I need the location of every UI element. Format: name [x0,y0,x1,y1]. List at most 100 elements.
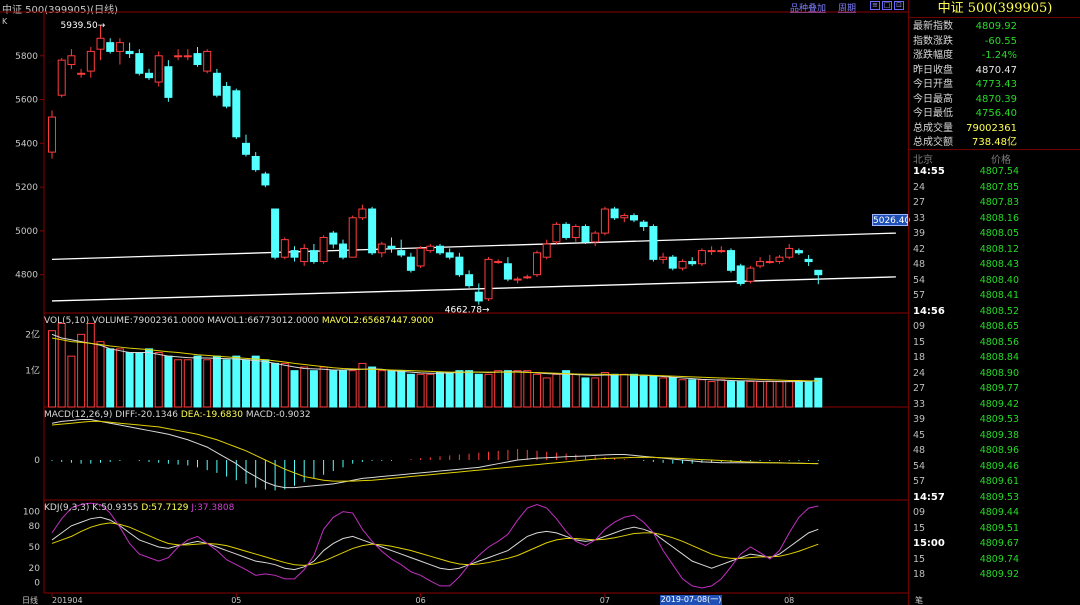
tick-row: 33 4808.16 [909,211,1080,227]
quote-value: 4756.40 [975,108,1017,119]
volume-bar [125,352,134,408]
volume-bar [222,359,231,408]
candle-body [212,72,221,96]
candle-body [445,252,454,258]
tick-price: 4809.51 [979,522,1019,534]
candle-body [552,223,561,243]
macd-panel-label: MACD(12,26,9) DIFF:-20.1346 DEA:-19.6830… [44,410,311,420]
candle-body [542,243,551,258]
unit-label: K [2,17,8,26]
volume-bar [630,373,638,408]
volume-bar [562,370,571,408]
tick-time: 57 [913,290,926,301]
price-tick-label: 5800 [15,52,38,62]
tick-price: 4809.46 [979,460,1019,472]
volume-bar [727,381,735,408]
volume-tick-label: 1亿 [25,365,40,377]
tick-price: 4808.12 [979,243,1019,255]
tick-price: 4809.92 [979,569,1019,580]
volume-bar [242,359,250,408]
chart-canvas[interactable]: 480050005200540056005800K 5939.50→4662.78… [0,0,908,605]
candle-body [678,261,687,269]
volume-bar [785,381,794,408]
tick-row: 14:56 4808.52 [909,304,1080,320]
volume-bar [232,355,241,408]
candle-body [358,208,367,219]
x-tick-label: 07 [600,596,610,605]
volume-bar [445,371,454,408]
candle-body [96,37,105,50]
volume-bar [77,333,86,408]
quote-label: 今日最高 [913,93,953,105]
price-tick-label: 4800 [15,271,38,281]
price-tick-label: 5000 [15,227,38,237]
tick-row: 15 4809.51 [909,521,1080,537]
candle-body [697,250,706,265]
candle-body [600,208,609,234]
volume-tick-label: 2亿 [25,328,40,340]
candle-body [513,278,522,281]
candle-body [523,276,532,279]
tick-time: 57 [913,476,926,487]
quote-label: 总成交量 [913,122,953,134]
candle-body [630,215,638,221]
candle-body [135,53,144,74]
quote-row: 昨日收盘 4870.47 [909,63,1080,78]
quote-label: 总成交额 [913,137,953,148]
tick-row: 15 4809.74 [909,552,1080,568]
volume-bar [106,348,115,408]
tick-row: 48 4808.96 [909,443,1080,459]
candle-body [494,261,503,264]
volume-bar [794,381,803,408]
quote-label: 今日最低 [913,108,953,119]
quote-row: 总成交量 79002361 [909,121,1080,136]
tick-price: 4809.53 [979,491,1019,503]
tick-time: 15 [913,522,926,534]
candle-body [203,50,212,72]
volume-bar [775,381,784,408]
kdj-panel-label: KDJ(9,3,3) K:50.9355 D:57.7129 J:37.3808 [44,503,234,513]
tick-row: 14:55 4807.54 [909,164,1080,180]
tick-price: 4808.40 [979,274,1019,286]
candle-body [164,66,173,98]
candle-body [717,250,726,253]
volume-bar [814,377,823,408]
volume-bar [697,379,706,408]
volume-bar [368,366,377,408]
period-tab-daily[interactable]: 日线 [22,595,38,605]
tick-time: 14:55 [913,166,945,177]
candle-body [804,258,813,263]
volume-bar [465,370,474,408]
volume-bar [290,370,299,408]
tick-price: 4809.61 [979,476,1019,487]
dea-value: DEA:-19.6830 [180,410,243,420]
kdj-tick-label: 0 [34,578,40,588]
volume-bar [804,381,813,408]
tick-row: 54 4809.46 [909,459,1080,475]
volume-bar [484,373,493,408]
tick-price: 4808.96 [979,445,1019,456]
tick-time: 27 [913,383,926,394]
tick-time: 18 [913,569,926,580]
quote-label: 今日开盘 [913,79,953,90]
quote-label: 最新指数 [913,21,953,32]
k-value: K:50.9355 [92,503,139,513]
tick-row: 24 4807.85 [909,180,1080,196]
volume-bar [455,370,464,408]
candle-body [77,72,86,75]
tick-price: 4808.05 [979,228,1019,239]
tick-row: 18 4808.84 [909,350,1080,366]
tick-time: 48 [913,445,926,456]
volume-bar [203,359,212,408]
volume-bar [707,381,716,408]
tick-row: 45 4809.38 [909,428,1080,444]
tick-price: 4807.83 [979,197,1019,208]
kdj-tick-label: 50 [29,543,41,553]
tick-time: 14:56 [913,305,945,317]
candle-body [533,252,541,276]
tick-price: 4808.90 [979,367,1019,379]
price-tick-label: 5200 [15,183,38,193]
volume-bar [649,375,658,408]
tick-row: 27 4807.83 [909,195,1080,211]
mavol1-value: MAVOL1:66773012.0000 [207,316,319,326]
